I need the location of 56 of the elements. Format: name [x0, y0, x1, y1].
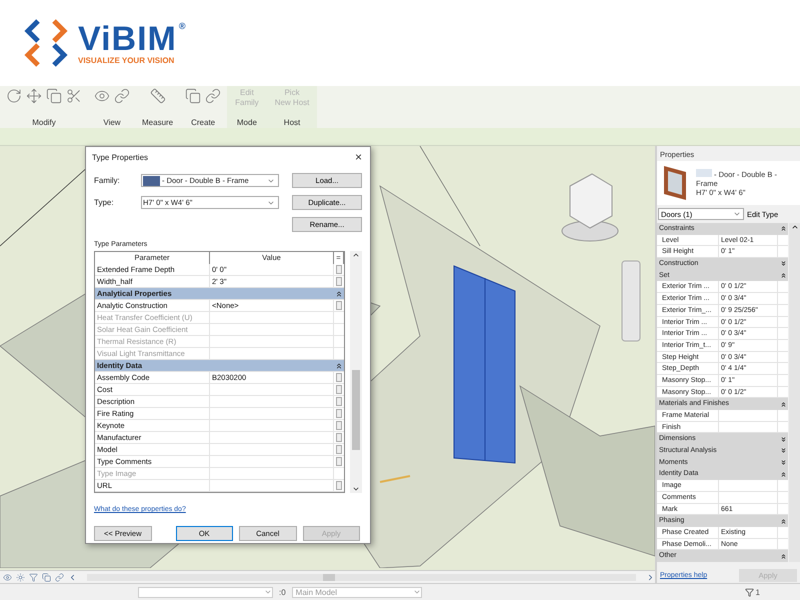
filter-count: 1	[756, 588, 760, 596]
expand-icon[interactable]	[780, 260, 786, 268]
ribbon-group-label: Modify	[32, 118, 56, 127]
close-button[interactable]: ×	[352, 150, 364, 164]
view-cube-drawing	[562, 173, 618, 242]
registered-mark: ®	[178, 22, 186, 30]
view-control-icon[interactable]	[55, 572, 64, 582]
scroll-thumb[interactable]	[352, 370, 360, 450]
workset-count: :0	[279, 588, 286, 596]
view-control-icon[interactable]	[3, 572, 12, 582]
scrollbar[interactable]	[87, 574, 636, 580]
scroll-up-icon[interactable]	[790, 223, 798, 231]
ribbon-group-label: Mode	[236, 118, 257, 127]
ribbon-group-label: View	[103, 118, 121, 127]
expand-icon[interactable]	[780, 447, 786, 454]
scroll-down-icon[interactable]	[352, 485, 360, 493]
logo-wordmark: ViBIM	[78, 22, 177, 56]
ribbon-group-label: Create	[191, 118, 216, 127]
collapse-icon[interactable]	[335, 362, 343, 370]
tool-icon[interactable]	[26, 88, 42, 104]
navigation-bar[interactable]	[622, 260, 640, 342]
tool-icon[interactable]	[185, 88, 202, 104]
browse-button[interactable]	[336, 301, 342, 310]
scrollbar[interactable]	[789, 223, 800, 562]
collapse-icon[interactable]	[780, 400, 786, 408]
view-control-icon[interactable]	[42, 572, 51, 582]
collapse-icon[interactable]	[780, 552, 786, 560]
collapse-icon[interactable]	[780, 470, 786, 478]
collapse-icon[interactable]	[780, 518, 786, 525]
tool-icon[interactable]	[6, 88, 22, 104]
logo-tagline: VISUALIZE YOUR VISION	[78, 56, 176, 64]
workset-field[interactable]	[138, 586, 273, 598]
tool-icon[interactable]	[94, 88, 110, 104]
expand-icon[interactable]	[780, 436, 786, 443]
collapse-icon[interactable]	[335, 290, 343, 298]
browse-button[interactable]	[336, 481, 342, 490]
tool-icon[interactable]	[46, 88, 62, 104]
tool-icon[interactable]	[114, 88, 130, 104]
tool-icon[interactable]	[150, 88, 166, 104]
tool-icon[interactable]	[66, 88, 82, 104]
tool-icon[interactable]	[205, 88, 222, 104]
filter-icon[interactable]	[744, 588, 754, 596]
dialog-title: Type Properties	[92, 152, 148, 162]
scroll-up-icon[interactable]	[352, 251, 360, 259]
field-label: Family:	[94, 176, 121, 185]
ribbon-group-label: Measure	[142, 118, 174, 127]
scrollbar[interactable]	[350, 251, 362, 493]
scroll-left-icon[interactable]	[68, 572, 77, 582]
collapse-icon[interactable]	[780, 225, 786, 232]
collapse-icon[interactable]	[780, 272, 786, 280]
field-label: Type:	[94, 198, 115, 207]
ribbon-group-label: Host	[284, 118, 300, 127]
view-control-icon[interactable]	[29, 572, 38, 582]
scroll-right-icon[interactable]	[646, 572, 655, 582]
expand-icon[interactable]	[780, 459, 786, 466]
view-control-icon[interactable]	[16, 572, 25, 582]
